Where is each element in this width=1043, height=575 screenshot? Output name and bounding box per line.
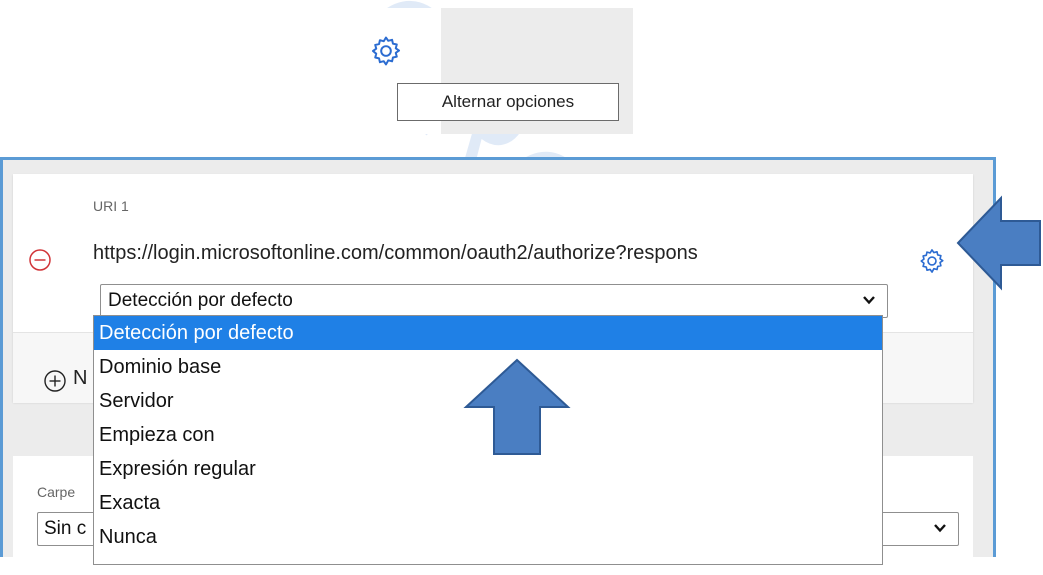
dropdown-option[interactable]: Exacta xyxy=(94,486,882,520)
add-uri-label[interactable]: N xyxy=(73,367,87,390)
dropdown-option[interactable]: Detección por defecto xyxy=(94,316,882,350)
arrow-left-annotation xyxy=(956,195,1041,291)
uri-label: URI 1 xyxy=(93,198,129,214)
dropdown-option[interactable]: Nunca xyxy=(94,520,882,554)
gear-icon[interactable] xyxy=(918,247,946,275)
tooltip-crop: Alternar opciones xyxy=(349,8,633,134)
chevron-down-icon xyxy=(934,524,946,533)
match-detection-select[interactable]: Detección por defecto xyxy=(100,284,888,318)
match-detection-value: Detección por defecto xyxy=(108,290,293,311)
dropdown-option[interactable]: Expresión regular xyxy=(94,452,882,486)
add-circle-icon[interactable] xyxy=(43,369,67,393)
uri-input[interactable]: https://login.microsoftonline.com/common… xyxy=(93,242,913,265)
chevron-down-icon xyxy=(863,296,875,305)
folder-label: Carpe xyxy=(37,484,76,500)
gear-icon[interactable] xyxy=(369,34,403,68)
remove-circle-icon[interactable] xyxy=(28,248,52,272)
uri-row: URI 1 https://login.microsoftonline.com/… xyxy=(13,174,973,332)
arrow-up-annotation xyxy=(463,358,571,455)
tooltip: Alternar opciones xyxy=(397,83,619,121)
folder-value: Sin c xyxy=(44,518,87,539)
